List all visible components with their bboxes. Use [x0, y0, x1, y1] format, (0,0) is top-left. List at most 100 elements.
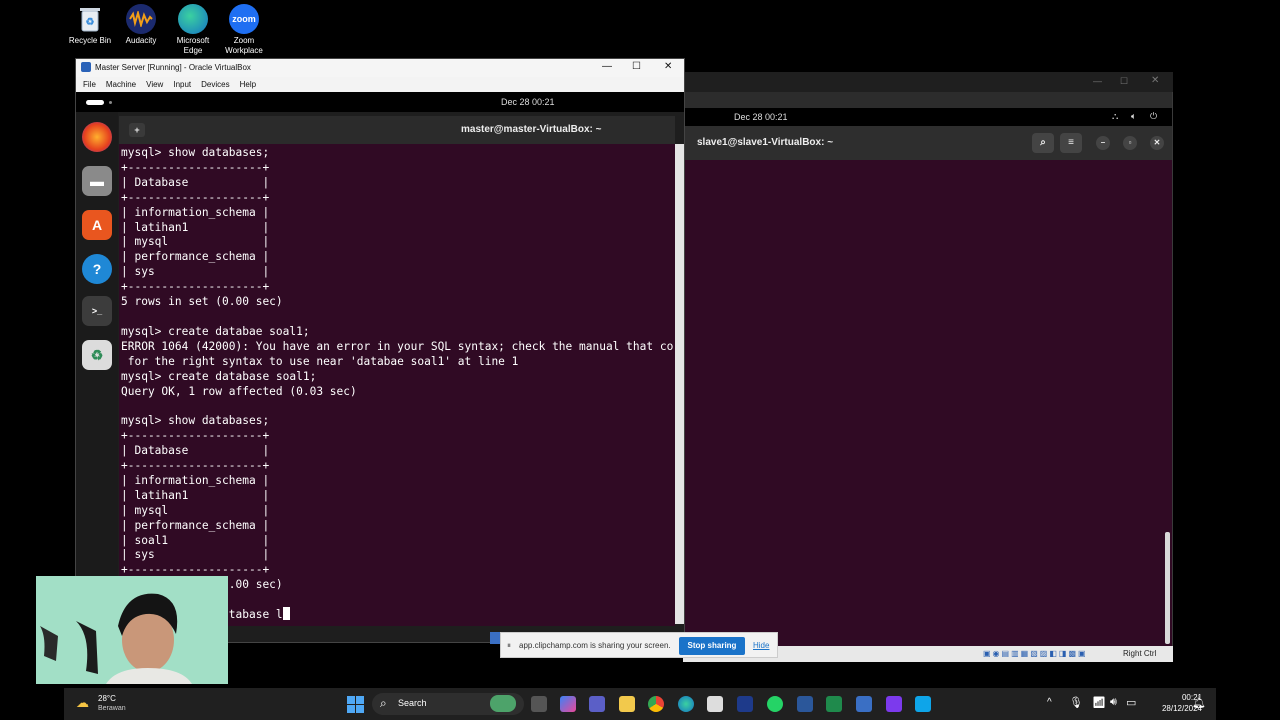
terminal-output: mysql> show databases; +----------------…	[121, 146, 674, 622]
app-center-icon[interactable]: A	[82, 210, 112, 240]
virtualbox-icon	[81, 62, 91, 72]
master-gnome-topbar: Dec 28 00:21	[76, 92, 684, 112]
notification-icon[interactable]: 🔔︎	[1192, 696, 1206, 709]
desktop-icon-label: Audacity	[125, 36, 157, 45]
menu-icon[interactable]: ≡	[1060, 133, 1082, 153]
search-icon[interactable]: ⌕	[1032, 133, 1054, 153]
minimize-icon[interactable]: —	[602, 61, 612, 72]
close-icon[interactable]: ✕	[1150, 136, 1164, 150]
master-terminal-header: + master@master-VirtualBox: ~	[119, 116, 675, 144]
firefox-icon[interactable]	[82, 122, 112, 152]
search-label: Search	[398, 698, 427, 708]
windows-taskbar: ☁ 28°C Berawan ⌕ Search ^ 🎙︎ 📶︎ 🔊︎ ▭ 00:…	[64, 688, 1216, 720]
weather-icon[interactable]: ☁	[76, 695, 89, 711]
task-view-icon[interactable]	[531, 696, 547, 712]
desktop-icon-label: Microsoft Edge	[176, 36, 210, 55]
vm-status-icons: ▣◉▤▥▦▧▨◧◨▩▣	[983, 649, 1088, 658]
zoom-icon: zoom	[229, 4, 259, 34]
word-icon[interactable]	[797, 696, 813, 712]
edge-icon	[178, 4, 208, 34]
share-message: app.clipchamp.com is sharing your screen…	[519, 641, 671, 650]
file-explorer-icon[interactable]	[619, 696, 635, 712]
restore-icon[interactable]: ▫	[1123, 136, 1137, 150]
menu-machine[interactable]: Machine	[106, 80, 136, 89]
desktop-icon-zoom-workplace[interactable]: zoom Zoom Workplace	[218, 4, 270, 56]
stop-sharing-button[interactable]: Stop sharing	[679, 637, 745, 655]
master-terminal-title: master@master-VirtualBox: ~	[461, 124, 602, 135]
search-icon: ⌕	[380, 696, 387, 710]
clipchamp-icon[interactable]	[886, 696, 902, 712]
copilot-icon[interactable]	[560, 696, 576, 712]
taskbar-search-box[interactable]: ⌕ Search	[372, 693, 524, 715]
weather-temp[interactable]: 28°C	[98, 694, 116, 703]
desktop-icon-microsoft-edge[interactable]: Microsoft Edge	[167, 4, 219, 56]
svg-text:♻: ♻	[86, 17, 95, 28]
recycle-bin-icon: ♻	[75, 4, 105, 34]
microphone-icon[interactable]: 🎙︎	[1069, 696, 1083, 709]
audacity-icon	[126, 4, 156, 34]
chrome-icon[interactable]	[648, 696, 664, 712]
slave-gnome-topbar: Dec 28 00:21 ⛬ 🔈︎ ⏻	[684, 108, 1172, 126]
teams-icon[interactable]	[589, 696, 605, 712]
power-icon[interactable]: ⏻	[1150, 111, 1157, 122]
minimize-icon[interactable]: —	[1093, 76, 1102, 86]
ubuntu-dock: ▬ A ? >_ ♻	[76, 112, 118, 632]
slave-clock[interactable]: Dec 28 00:21	[734, 112, 788, 122]
close-icon[interactable]: ✕	[664, 61, 672, 72]
menu-devices[interactable]: Devices	[201, 80, 229, 89]
close-icon[interactable]: ✕	[1151, 75, 1159, 86]
master-scrollbar[interactable]	[675, 144, 684, 624]
slave-vm-titlebar[interactable]: — ☐ ✕	[683, 72, 1173, 92]
menu-help[interactable]: Help	[240, 80, 256, 89]
hide-button[interactable]: Hide	[753, 641, 769, 650]
files-icon[interactable]: ▬	[82, 166, 112, 196]
menu-view[interactable]: View	[146, 80, 163, 89]
new-tab-icon[interactable]: +	[129, 123, 145, 137]
webcam-overlay	[36, 576, 228, 684]
zoom-icon-text: zoom	[232, 14, 256, 24]
master-vm-titlebar[interactable]: Master Server [Running] - Oracle Virtual…	[76, 59, 684, 77]
volume-icon[interactable]: 🔊︎	[1110, 696, 1117, 709]
whatsapp-icon[interactable]	[767, 696, 783, 712]
vscode-icon[interactable]	[826, 696, 842, 712]
desktop-icon-label: Zoom Workplace	[225, 36, 263, 55]
store-icon[interactable]	[707, 696, 723, 712]
slave-terminal-body[interactable]	[684, 160, 1172, 646]
pause-icon: ⏸	[507, 641, 511, 650]
master-menubar: File Machine View Input Devices Help	[76, 77, 684, 92]
app-icon[interactable]	[915, 696, 931, 712]
terminal-cursor	[283, 607, 290, 620]
minimize-icon[interactable]: –	[1096, 136, 1110, 150]
weather-desc[interactable]: Berawan	[98, 705, 126, 712]
edge-icon[interactable]	[678, 696, 694, 712]
maximize-icon[interactable]: ☐	[632, 61, 641, 72]
slave-scrollbar[interactable]	[1165, 532, 1170, 644]
windows-start-icon[interactable]	[347, 696, 364, 713]
l-app-icon[interactable]	[737, 696, 753, 712]
wifi-icon[interactable]: 📶︎	[1092, 696, 1106, 709]
trash-icon[interactable]: ♻	[82, 340, 112, 370]
master-terminal-body[interactable]: mysql> show databases; +----------------…	[119, 144, 675, 626]
slave-terminal-header: slave1@slave1-VirtualBox: ~ ⌕ ≡ – ▫ ✕	[684, 126, 1172, 160]
desktop-icon-label: Recycle Bin	[68, 36, 112, 45]
activities-pill[interactable]	[86, 100, 104, 105]
chevron-up-icon[interactable]: ^	[1047, 697, 1052, 708]
network-icon[interactable]: ⛬	[1112, 111, 1118, 122]
menu-file[interactable]: File	[83, 80, 96, 89]
slave-terminal-title: slave1@slave1-VirtualBox: ~	[697, 137, 834, 148]
workspace-dot	[109, 101, 112, 104]
desktop-icon-recycle-bin[interactable]: ♻ Recycle Bin	[64, 4, 116, 46]
desktop-icon-audacity[interactable]: Audacity	[115, 4, 167, 46]
master-clock[interactable]: Dec 28 00:21	[501, 97, 555, 107]
host-key-label: Right Ctrl	[1123, 649, 1157, 658]
help-icon[interactable]: ?	[82, 254, 112, 284]
maximize-icon[interactable]: ☐	[1120, 76, 1128, 87]
search-highlight-icon	[490, 695, 516, 712]
screen-share-banner: ⏸ app.clipchamp.com is sharing your scre…	[500, 632, 778, 658]
terminal-icon[interactable]: >_	[82, 296, 112, 326]
volume-icon[interactable]: 🔈︎	[1131, 111, 1136, 122]
battery-icon[interactable]: ▭	[1126, 696, 1136, 709]
virtualbox-icon[interactable]	[856, 696, 872, 712]
window-title: Master Server [Running] - Oracle Virtual…	[95, 63, 251, 72]
menu-input[interactable]: Input	[173, 80, 191, 89]
